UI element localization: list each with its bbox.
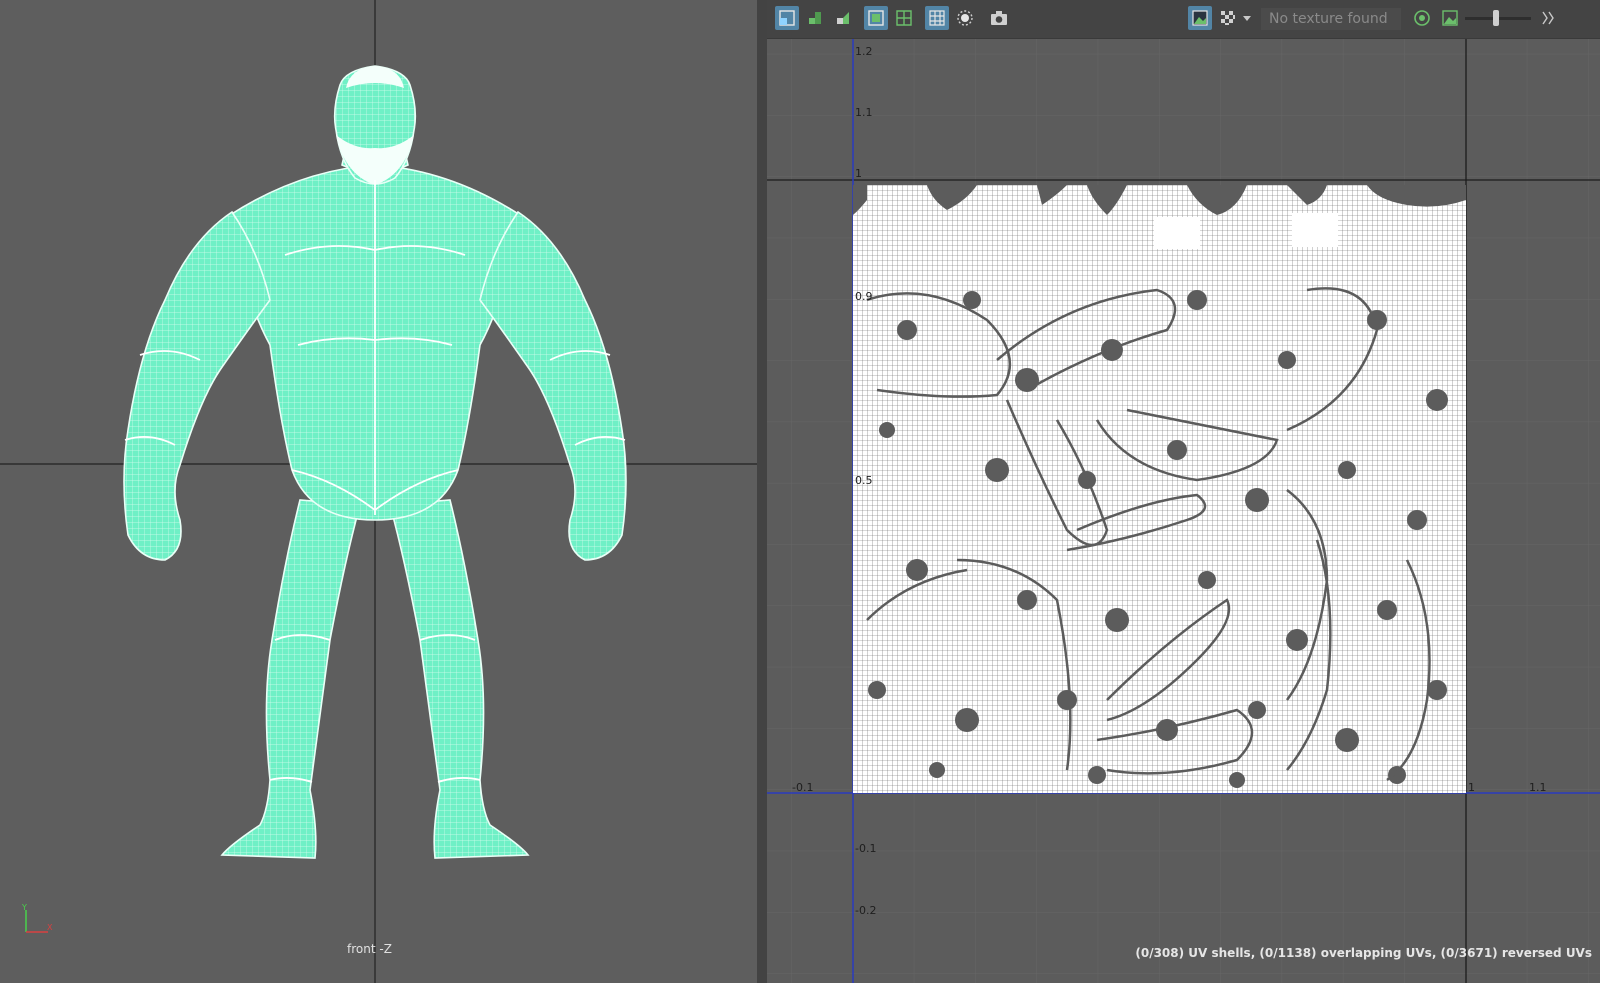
uv-canvas: 1.2 1.1 1 0.9 0.5 -0.1 -0.2 -0.1 1 1.1 (767, 38, 1600, 983)
image-ratio-icon[interactable] (1438, 6, 1462, 30)
display-image-icon[interactable] (1188, 6, 1212, 30)
toolbar-expand-icon[interactable] (1539, 6, 1557, 30)
v-tick-label: -0.2 (855, 904, 876, 917)
uv-status-readout: (0/308) UV shells, (0/1138) overlapping … (1135, 946, 1592, 960)
checker-icon[interactable] (1216, 6, 1240, 30)
u-tick-label: 1 (1468, 781, 1475, 794)
camera-icon[interactable] (987, 6, 1011, 30)
v-tick-label: -0.1 (855, 842, 876, 855)
view-label: front -Z (347, 942, 392, 956)
uv-shell-icon[interactable] (775, 6, 799, 30)
rect-shell (1154, 217, 1200, 249)
uv-editor-toolbar: No texture found (767, 0, 1600, 39)
v-tick-label: 1.1 (855, 106, 873, 119)
rgb-channels-icon[interactable] (1410, 6, 1434, 30)
v-tick-label: 0.9 (855, 290, 873, 303)
axis-gizmo-icon: Y X (21, 903, 53, 933)
panel-divider[interactable] (757, 0, 767, 983)
u-tick-label: -0.1 (792, 781, 813, 794)
uv-editor-panel[interactable]: 1.2 1.1 1 0.9 0.5 -0.1 -0.2 -0.1 1 1.1 N… (767, 0, 1600, 983)
v-tick-label: 0.5 (855, 474, 873, 487)
checker-dropdown-icon[interactable] (1241, 6, 1253, 30)
v-tick-label: 1 (855, 167, 862, 180)
axis-y-label: Y (21, 903, 27, 912)
3d-viewport[interactable]: Y X front -Z (0, 0, 757, 983)
axis-x-label: X (47, 923, 53, 932)
uv-grid-icon[interactable] (892, 6, 916, 30)
pixel-snap-icon[interactable] (925, 6, 949, 30)
viewport-canvas (0, 0, 757, 983)
v-tick-label: 1.2 (855, 45, 873, 58)
u-tick-label: 1.1 (1529, 781, 1547, 794)
shaded-uv-icon[interactable] (953, 6, 977, 30)
rect-shell (1292, 213, 1338, 247)
uv-shells-area (853, 185, 1466, 793)
exposure-slider-handle[interactable] (1493, 10, 1499, 26)
frame-uv-icon[interactable] (864, 6, 888, 30)
texture-select-field[interactable]: No texture found (1261, 8, 1401, 30)
uv-unfold-icon[interactable] (831, 6, 855, 30)
uv-layout-icon[interactable] (803, 6, 827, 30)
